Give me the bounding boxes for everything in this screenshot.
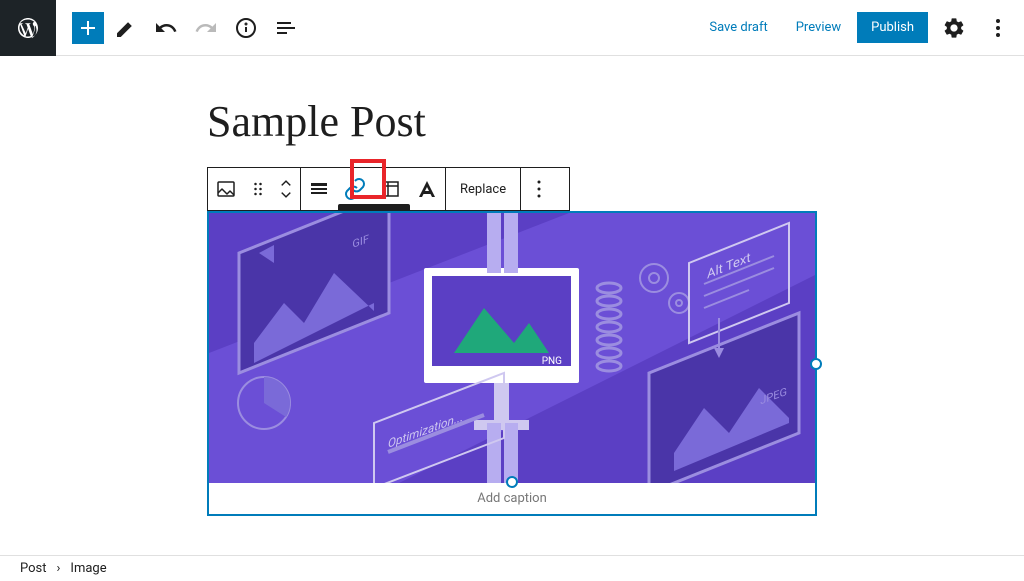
- info-icon[interactable]: [228, 10, 264, 46]
- breadcrumb: Post › Image: [0, 555, 1024, 581]
- text-overlay-icon[interactable]: [409, 168, 445, 210]
- top-bar: Save draft Preview Publish: [0, 0, 1024, 56]
- outline-icon[interactable]: [268, 10, 304, 46]
- wordpress-logo[interactable]: [0, 0, 56, 56]
- redo-icon: [188, 10, 224, 46]
- editor-canvas: Sample Post: [0, 56, 1024, 516]
- chevron-right-icon: ›: [57, 561, 61, 576]
- replace-button[interactable]: Replace: [446, 168, 520, 210]
- align-icon[interactable]: [301, 168, 337, 210]
- breadcrumb-root[interactable]: Post: [20, 561, 47, 576]
- image-preview: GIF PNG: [209, 213, 815, 483]
- edit-mode-icon[interactable]: [108, 10, 144, 46]
- settings-icon[interactable]: [936, 10, 972, 46]
- save-draft-link[interactable]: Save draft: [697, 12, 779, 43]
- move-up-down-icon[interactable]: [272, 168, 300, 210]
- preview-link[interactable]: Preview: [784, 12, 853, 43]
- add-block-button[interactable]: [72, 12, 104, 44]
- block-type-image-icon[interactable]: [208, 168, 244, 210]
- image-block[interactable]: GIF PNG: [207, 211, 817, 516]
- post-title[interactable]: Sample Post: [207, 96, 817, 147]
- header-actions: Save draft Preview Publish: [697, 10, 1016, 46]
- resize-handle-bottom[interactable]: [506, 476, 518, 488]
- resize-handle-right[interactable]: [810, 358, 822, 370]
- more-options-icon[interactable]: [980, 10, 1016, 46]
- publish-button[interactable]: Publish: [857, 12, 928, 43]
- drag-handle-icon[interactable]: [244, 168, 272, 210]
- block-more-icon[interactable]: [521, 168, 557, 210]
- undo-icon[interactable]: [148, 10, 184, 46]
- breadcrumb-current[interactable]: Image: [70, 561, 106, 576]
- svg-text:PNG: PNG: [542, 356, 562, 367]
